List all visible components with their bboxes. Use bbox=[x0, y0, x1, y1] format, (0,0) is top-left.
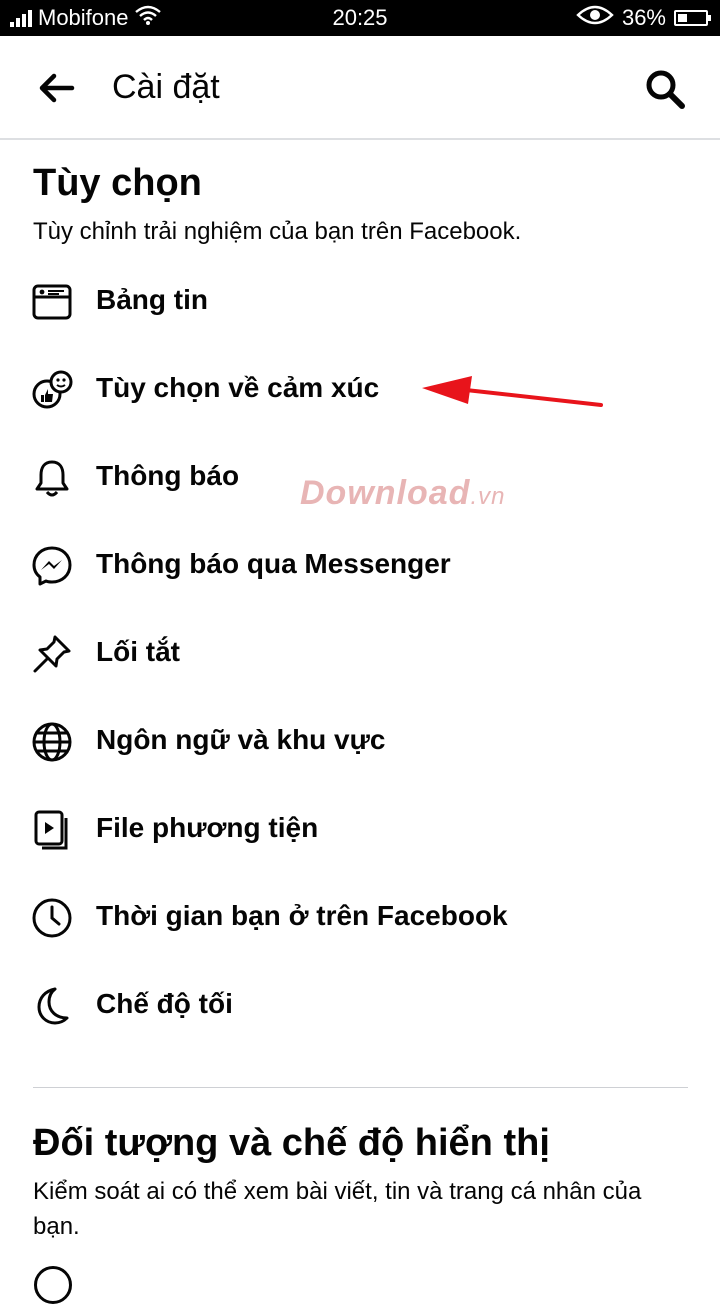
menu-item-label: File phương tiện bbox=[96, 812, 319, 843]
menu-item-label: Bảng tin bbox=[96, 284, 208, 315]
search-icon[interactable] bbox=[644, 68, 686, 110]
messenger-icon bbox=[31, 545, 73, 587]
menu-item-messenger-notifications[interactable]: Thông báo qua Messenger bbox=[0, 522, 720, 610]
menu-item-reactions[interactable]: Tùy chọn về cảm xúc bbox=[0, 346, 720, 434]
news-feed-icon bbox=[31, 281, 73, 323]
media-icon bbox=[31, 809, 73, 851]
pin-icon bbox=[31, 633, 73, 675]
status-bar: Mobifone 20:25 36% bbox=[0, 0, 720, 36]
menu-item-label: Chế độ tối bbox=[96, 988, 233, 1019]
menu-item-label: Tùy chọn về cảm xúc bbox=[96, 372, 380, 403]
globe-icon bbox=[31, 721, 73, 763]
preferences-description: Tùy chỉnh trải nghiệm của bạn trên Faceb… bbox=[33, 218, 522, 245]
menu-item-dark-mode[interactable]: Chế độ tối bbox=[0, 962, 720, 1050]
battery-percent: 36% bbox=[621, 5, 666, 30]
menu-item-label: Thông báo bbox=[96, 460, 240, 491]
menu-item-label: Thông báo qua Messenger bbox=[96, 548, 451, 579]
audience-title: Đối tượng và chế độ hiển thị bbox=[33, 1122, 550, 1164]
menu-item-news-feed[interactable]: Bảng tin bbox=[0, 258, 720, 346]
menu-item-label: Lối tắt bbox=[96, 636, 180, 667]
preferences-list: Bảng tin Tùy chọn về cảm xúc Thông báo T… bbox=[0, 258, 720, 1050]
watermark: Download.vn bbox=[300, 474, 505, 513]
menu-item-language-region[interactable]: Ngôn ngữ và khu vực bbox=[0, 698, 720, 786]
reactions-icon bbox=[31, 369, 73, 411]
page-title: Cài đặt bbox=[112, 68, 220, 106]
battery-icon bbox=[674, 10, 711, 26]
eye-icon bbox=[576, 5, 614, 31]
clock-icon bbox=[31, 897, 73, 939]
menu-item-label: Ngôn ngữ và khu vực bbox=[96, 724, 386, 755]
bell-icon bbox=[31, 457, 73, 499]
menu-item-media[interactable]: File phương tiện bbox=[0, 786, 720, 874]
watermark-main: Download bbox=[300, 474, 471, 512]
partial-menu-icon bbox=[34, 1266, 72, 1304]
audience-description: Kiểm soát ai có thể xem bài viết, tin và… bbox=[33, 1178, 642, 1240]
annotation-arrow bbox=[422, 376, 603, 407]
section-divider bbox=[33, 1087, 688, 1088]
app-header: Cài đặt bbox=[0, 36, 720, 140]
watermark-domain: .vn bbox=[470, 483, 506, 510]
preferences-title: Tùy chọn bbox=[33, 162, 202, 204]
moon-icon bbox=[31, 985, 73, 1027]
back-arrow-icon[interactable] bbox=[36, 70, 76, 106]
menu-item-label: Thời gian bạn ở trên Facebook bbox=[96, 900, 508, 931]
menu-item-shortcuts[interactable]: Lối tắt bbox=[0, 610, 720, 698]
menu-item-time-on-facebook[interactable]: Thời gian bạn ở trên Facebook bbox=[0, 874, 720, 962]
